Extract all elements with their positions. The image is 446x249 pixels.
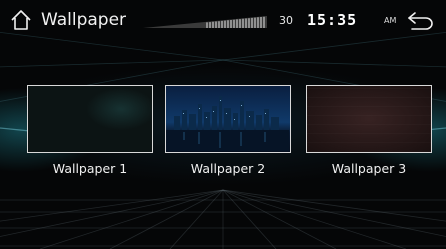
back-arrow-icon[interactable] — [406, 9, 436, 31]
wallpaper-label: Wallpaper 3 — [331, 161, 407, 176]
wallpaper-screen: Wallpaper 30 15:35 AM Wallpaper 1 Wallpa… — [0, 0, 446, 249]
city-skyline-image — [166, 96, 289, 151]
clock-time: 15:35 — [307, 11, 358, 29]
wallpaper-thumbnail — [165, 85, 291, 153]
wallpaper-thumbnail — [306, 85, 432, 153]
home-icon[interactable] — [10, 9, 32, 31]
clock-ampm: AM — [384, 16, 397, 25]
wallpaper-option-1[interactable]: Wallpaper 1 — [27, 85, 153, 184]
wallpaper-option-2[interactable]: Wallpaper 2 — [165, 85, 291, 184]
page-title: Wallpaper — [41, 10, 127, 30]
wallpaper-option-3[interactable]: Wallpaper 3 — [306, 85, 432, 184]
wallpaper-label: Wallpaper 1 — [52, 161, 128, 176]
wallpaper-thumbnail — [27, 85, 153, 153]
volume-bar — [143, 16, 267, 28]
volume-level: 30 — [279, 14, 293, 27]
status-bar: Wallpaper 30 15:35 AM — [0, 0, 446, 40]
wallpaper-label: Wallpaper 2 — [190, 161, 266, 176]
